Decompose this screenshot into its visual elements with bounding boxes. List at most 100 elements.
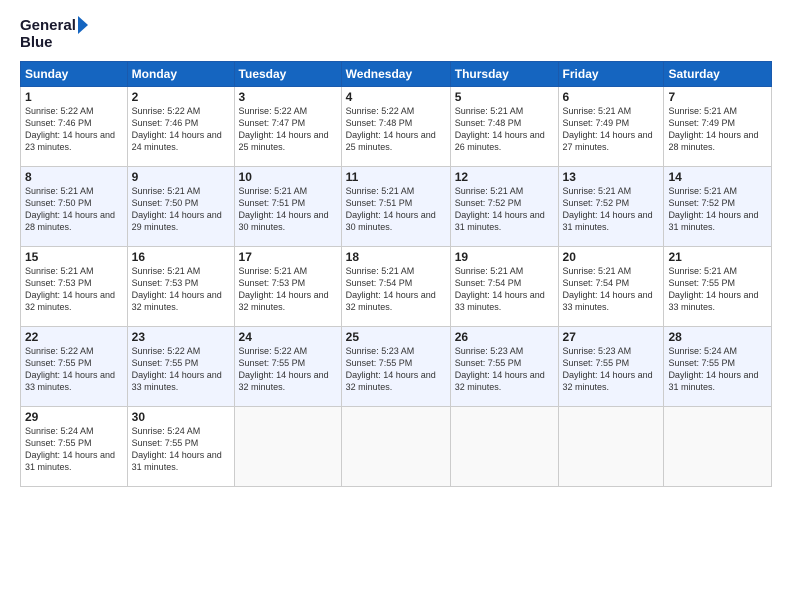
day-info: Sunrise: 5:21 AMSunset: 7:52 PMDaylight:… [563, 185, 660, 234]
calendar-week-row: 8Sunrise: 5:21 AMSunset: 7:50 PMDaylight… [21, 167, 772, 247]
day-info: Sunrise: 5:23 AMSunset: 7:55 PMDaylight:… [346, 345, 446, 394]
day-info: Sunrise: 5:21 AMSunset: 7:55 PMDaylight:… [668, 265, 767, 314]
day-info: Sunrise: 5:21 AMSunset: 7:54 PMDaylight:… [563, 265, 660, 314]
calendar-cell [234, 407, 341, 487]
day-number: 17 [239, 250, 337, 264]
calendar-header-row: SundayMondayTuesdayWednesdayThursdayFrid… [21, 62, 772, 87]
day-number: 30 [132, 410, 230, 424]
day-number: 7 [668, 90, 767, 104]
day-number: 3 [239, 90, 337, 104]
calendar-cell: 6Sunrise: 5:21 AMSunset: 7:49 PMDaylight… [558, 87, 664, 167]
day-number: 19 [455, 250, 554, 264]
calendar-week-row: 22Sunrise: 5:22 AMSunset: 7:55 PMDayligh… [21, 327, 772, 407]
day-number: 24 [239, 330, 337, 344]
calendar-cell: 16Sunrise: 5:21 AMSunset: 7:53 PMDayligh… [127, 247, 234, 327]
day-number: 5 [455, 90, 554, 104]
day-info: Sunrise: 5:21 AMSunset: 7:49 PMDaylight:… [668, 105, 767, 154]
calendar-cell [450, 407, 558, 487]
calendar-cell: 11Sunrise: 5:21 AMSunset: 7:51 PMDayligh… [341, 167, 450, 247]
day-number: 11 [346, 170, 446, 184]
calendar-cell: 18Sunrise: 5:21 AMSunset: 7:54 PMDayligh… [341, 247, 450, 327]
calendar-cell: 15Sunrise: 5:21 AMSunset: 7:53 PMDayligh… [21, 247, 128, 327]
day-info: Sunrise: 5:21 AMSunset: 7:48 PMDaylight:… [455, 105, 554, 154]
day-number: 15 [25, 250, 123, 264]
day-number: 2 [132, 90, 230, 104]
logo: General Blue [20, 18, 88, 51]
logo-text-blue: Blue [20, 35, 53, 52]
calendar-col-header: Friday [558, 62, 664, 87]
calendar-cell: 5Sunrise: 5:21 AMSunset: 7:48 PMDaylight… [450, 87, 558, 167]
day-number: 28 [668, 330, 767, 344]
day-info: Sunrise: 5:21 AMSunset: 7:53 PMDaylight:… [239, 265, 337, 314]
day-info: Sunrise: 5:21 AMSunset: 7:53 PMDaylight:… [25, 265, 123, 314]
calendar-cell: 22Sunrise: 5:22 AMSunset: 7:55 PMDayligh… [21, 327, 128, 407]
calendar-cell: 27Sunrise: 5:23 AMSunset: 7:55 PMDayligh… [558, 327, 664, 407]
calendar-body: 1Sunrise: 5:22 AMSunset: 7:46 PMDaylight… [21, 87, 772, 487]
day-info: Sunrise: 5:22 AMSunset: 7:55 PMDaylight:… [239, 345, 337, 394]
calendar-cell: 28Sunrise: 5:24 AMSunset: 7:55 PMDayligh… [664, 327, 772, 407]
calendar-cell: 1Sunrise: 5:22 AMSunset: 7:46 PMDaylight… [21, 87, 128, 167]
calendar-cell: 29Sunrise: 5:24 AMSunset: 7:55 PMDayligh… [21, 407, 128, 487]
day-number: 9 [132, 170, 230, 184]
calendar-cell: 26Sunrise: 5:23 AMSunset: 7:55 PMDayligh… [450, 327, 558, 407]
calendar-cell: 30Sunrise: 5:24 AMSunset: 7:55 PMDayligh… [127, 407, 234, 487]
day-number: 14 [668, 170, 767, 184]
day-number: 1 [25, 90, 123, 104]
calendar-cell: 8Sunrise: 5:21 AMSunset: 7:50 PMDaylight… [21, 167, 128, 247]
calendar-cell [664, 407, 772, 487]
calendar-col-header: Wednesday [341, 62, 450, 87]
calendar-cell [341, 407, 450, 487]
day-number: 23 [132, 330, 230, 344]
day-info: Sunrise: 5:22 AMSunset: 7:55 PMDaylight:… [132, 345, 230, 394]
day-number: 26 [455, 330, 554, 344]
day-number: 16 [132, 250, 230, 264]
calendar-col-header: Thursday [450, 62, 558, 87]
calendar-week-row: 29Sunrise: 5:24 AMSunset: 7:55 PMDayligh… [21, 407, 772, 487]
day-number: 29 [25, 410, 123, 424]
calendar-cell [558, 407, 664, 487]
day-info: Sunrise: 5:22 AMSunset: 7:46 PMDaylight:… [25, 105, 123, 154]
day-number: 13 [563, 170, 660, 184]
calendar-cell: 24Sunrise: 5:22 AMSunset: 7:55 PMDayligh… [234, 327, 341, 407]
calendar-col-header: Sunday [21, 62, 128, 87]
day-number: 20 [563, 250, 660, 264]
day-info: Sunrise: 5:22 AMSunset: 7:48 PMDaylight:… [346, 105, 446, 154]
day-info: Sunrise: 5:21 AMSunset: 7:50 PMDaylight:… [25, 185, 123, 234]
calendar-cell: 21Sunrise: 5:21 AMSunset: 7:55 PMDayligh… [664, 247, 772, 327]
day-info: Sunrise: 5:23 AMSunset: 7:55 PMDaylight:… [563, 345, 660, 394]
day-info: Sunrise: 5:22 AMSunset: 7:46 PMDaylight:… [132, 105, 230, 154]
day-info: Sunrise: 5:24 AMSunset: 7:55 PMDaylight:… [132, 425, 230, 474]
day-info: Sunrise: 5:21 AMSunset: 7:54 PMDaylight:… [455, 265, 554, 314]
day-number: 8 [25, 170, 123, 184]
calendar-col-header: Monday [127, 62, 234, 87]
day-number: 25 [346, 330, 446, 344]
day-number: 10 [239, 170, 337, 184]
day-info: Sunrise: 5:21 AMSunset: 7:54 PMDaylight:… [346, 265, 446, 314]
calendar-cell: 20Sunrise: 5:21 AMSunset: 7:54 PMDayligh… [558, 247, 664, 327]
day-number: 18 [346, 250, 446, 264]
day-info: Sunrise: 5:22 AMSunset: 7:55 PMDaylight:… [25, 345, 123, 394]
calendar-cell: 25Sunrise: 5:23 AMSunset: 7:55 PMDayligh… [341, 327, 450, 407]
calendar-cell: 14Sunrise: 5:21 AMSunset: 7:52 PMDayligh… [664, 167, 772, 247]
calendar-col-header: Tuesday [234, 62, 341, 87]
calendar-cell: 19Sunrise: 5:21 AMSunset: 7:54 PMDayligh… [450, 247, 558, 327]
calendar-week-row: 1Sunrise: 5:22 AMSunset: 7:46 PMDaylight… [21, 87, 772, 167]
calendar-cell: 7Sunrise: 5:21 AMSunset: 7:49 PMDaylight… [664, 87, 772, 167]
calendar-cell: 17Sunrise: 5:21 AMSunset: 7:53 PMDayligh… [234, 247, 341, 327]
calendar-cell: 3Sunrise: 5:22 AMSunset: 7:47 PMDaylight… [234, 87, 341, 167]
day-info: Sunrise: 5:21 AMSunset: 7:50 PMDaylight:… [132, 185, 230, 234]
logo-text-general: General [20, 18, 76, 35]
day-info: Sunrise: 5:22 AMSunset: 7:47 PMDaylight:… [239, 105, 337, 154]
logo-triangle-icon [78, 16, 88, 34]
day-number: 27 [563, 330, 660, 344]
calendar-table: SundayMondayTuesdayWednesdayThursdayFrid… [20, 61, 772, 487]
calendar-cell: 9Sunrise: 5:21 AMSunset: 7:50 PMDaylight… [127, 167, 234, 247]
calendar-cell: 2Sunrise: 5:22 AMSunset: 7:46 PMDaylight… [127, 87, 234, 167]
calendar-cell: 13Sunrise: 5:21 AMSunset: 7:52 PMDayligh… [558, 167, 664, 247]
calendar-cell: 4Sunrise: 5:22 AMSunset: 7:48 PMDaylight… [341, 87, 450, 167]
calendar-cell: 10Sunrise: 5:21 AMSunset: 7:51 PMDayligh… [234, 167, 341, 247]
day-number: 22 [25, 330, 123, 344]
day-number: 6 [563, 90, 660, 104]
day-info: Sunrise: 5:24 AMSunset: 7:55 PMDaylight:… [25, 425, 123, 474]
day-info: Sunrise: 5:21 AMSunset: 7:52 PMDaylight:… [455, 185, 554, 234]
